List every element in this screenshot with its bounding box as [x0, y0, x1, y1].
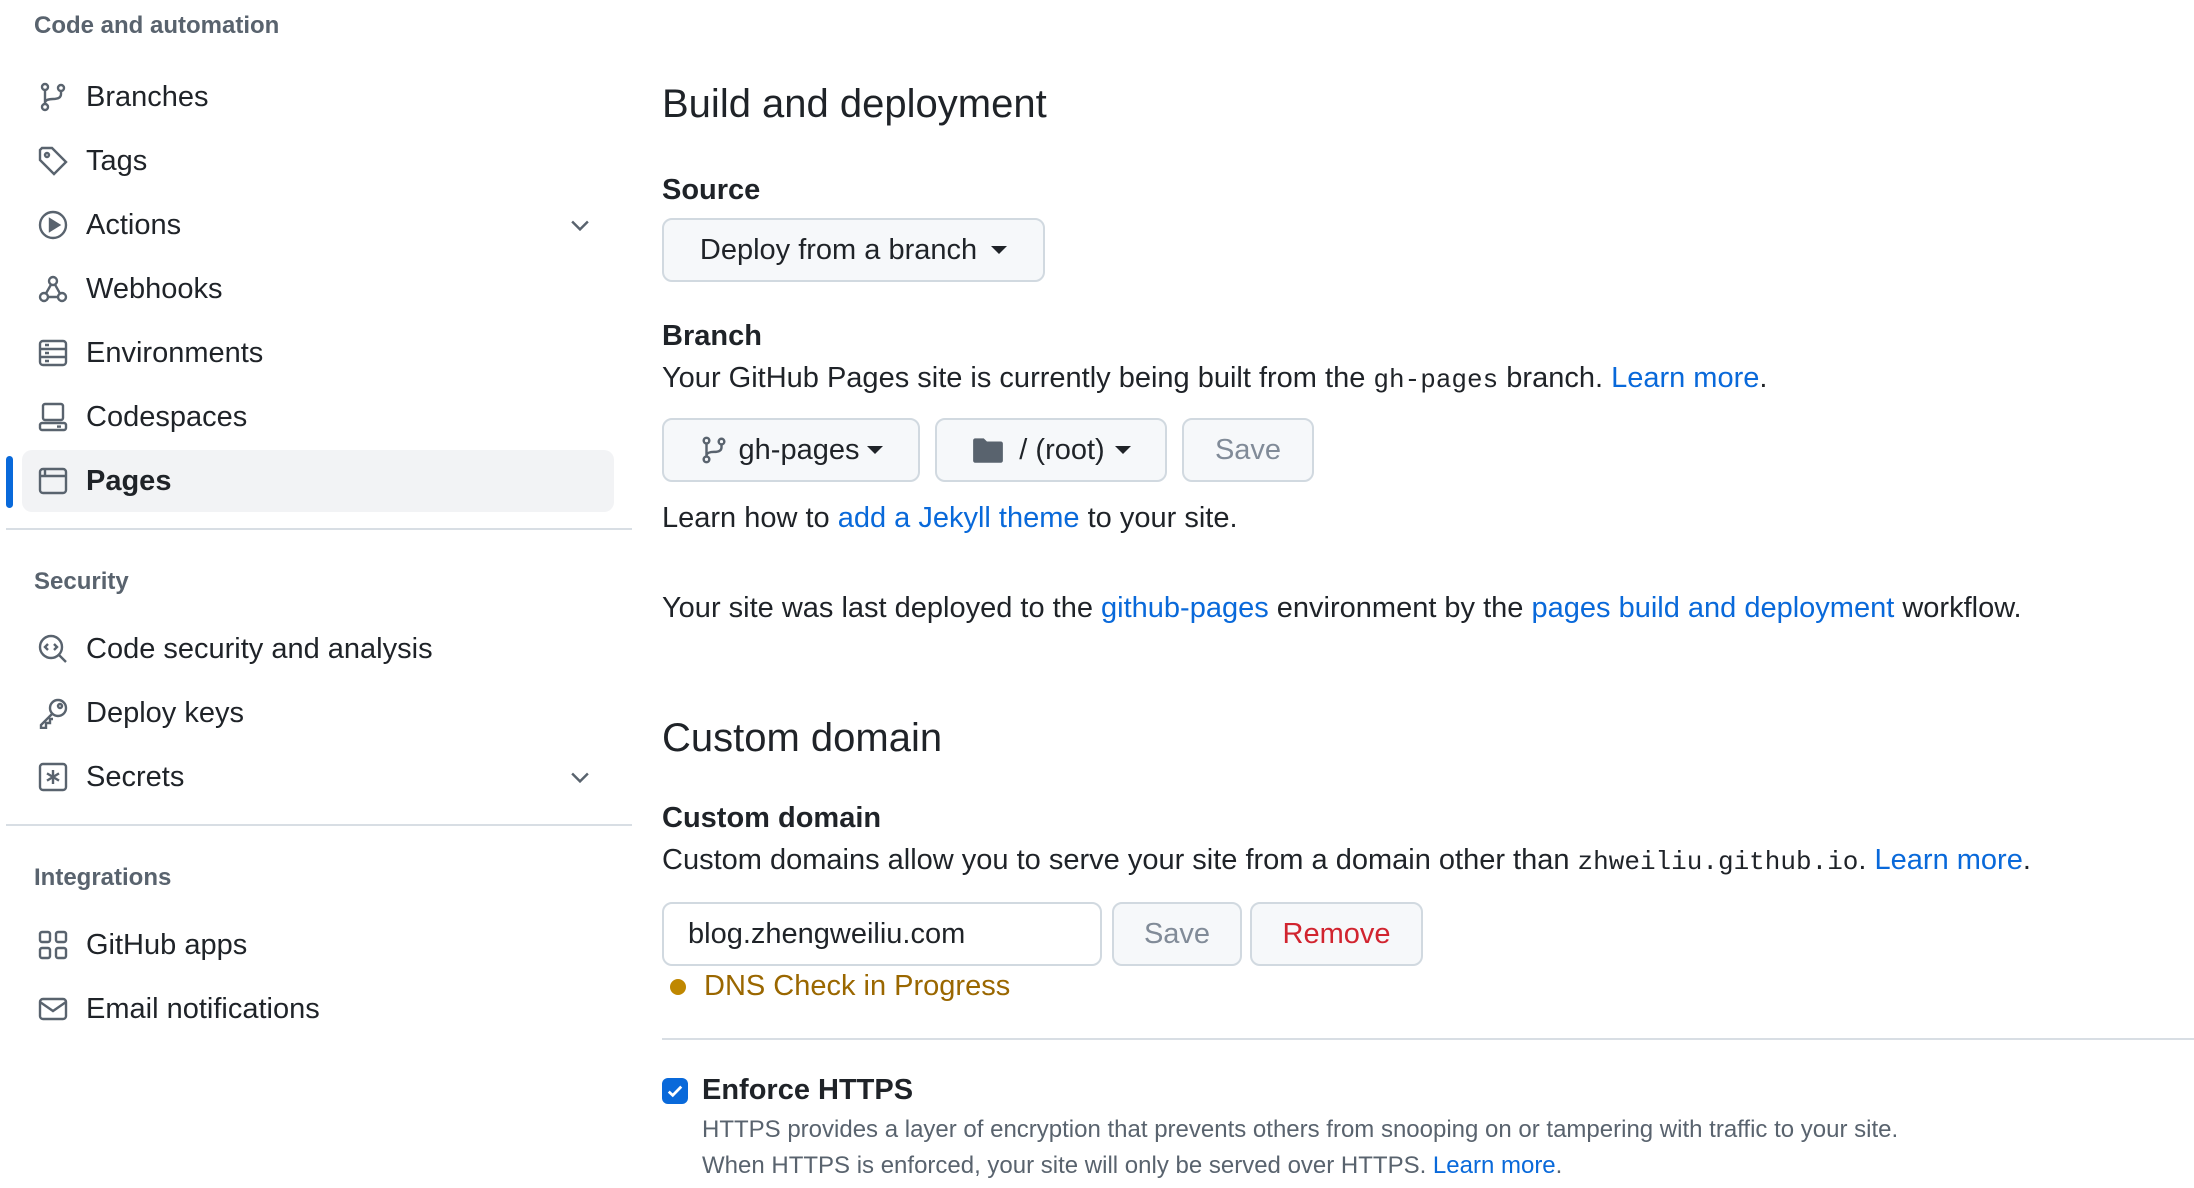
git-branch-icon: [702, 436, 726, 464]
sidebar-divider: [6, 824, 632, 826]
custom-domain-remove-button[interactable]: Remove: [1250, 902, 1423, 966]
custom-domain-description: Custom domains allow you to serve your s…: [662, 844, 2031, 877]
active-indicator: [6, 456, 13, 508]
sidebar-item-label: Secrets: [86, 760, 185, 793]
sidebar-item-email-notifications[interactable]: Email notifications: [22, 978, 614, 1040]
codespaces-icon: [36, 400, 70, 434]
source-label: Source: [662, 174, 761, 206]
sidebar-item-label: Environments: [86, 336, 264, 369]
sidebar-item-label: Actions: [86, 208, 182, 241]
key-icon: [36, 696, 70, 730]
sidebar-item-deploy-keys[interactable]: Deploy keys: [22, 682, 614, 744]
sidebar-item-label: Deploy keys: [86, 696, 244, 729]
custom-domain-label: Custom domain: [662, 802, 882, 834]
play-icon: [36, 208, 70, 242]
branch-code: gh-pages: [1373, 365, 1499, 395]
settings-sidebar: Code and automation Branches Tags Action…: [0, 0, 632, 1188]
sidebar-item-github-apps[interactable]: GitHub apps: [22, 914, 614, 976]
mail-icon: [36, 992, 70, 1026]
branch-label: Branch: [662, 320, 762, 352]
sidebar-item-label: Codespaces: [86, 400, 248, 433]
enforce-https-label: Enforce HTTPS: [702, 1074, 914, 1106]
codescan-icon: [36, 632, 70, 666]
server-icon: [36, 336, 70, 370]
caret-down-icon: [867, 446, 884, 454]
apps-icon: [36, 928, 70, 962]
chevron-down-icon[interactable]: [566, 211, 594, 239]
branch-description: Your GitHub Pages site is currently bein…: [662, 362, 1768, 395]
https-description-line1: HTTPS provides a layer of encryption tha…: [702, 1116, 1899, 1143]
sidebar-divider: [6, 528, 632, 530]
webhook-icon: [36, 272, 70, 306]
chevron-down-icon[interactable]: [566, 763, 594, 791]
folder-icon: [973, 438, 1004, 463]
sidebar-item-secrets[interactable]: Secrets: [22, 746, 614, 808]
build-deployment-title: Build and deployment: [662, 82, 1047, 126]
sidebar-item-code-security[interactable]: Code security and analysis: [22, 618, 614, 680]
source-dropdown-value: Deploy from a branch: [699, 233, 978, 266]
https-description-line2: When HTTPS is enforced, your site will o…: [702, 1152, 1563, 1179]
status-dot-icon: [670, 978, 686, 995]
sidebar-item-tags[interactable]: Tags: [22, 130, 614, 192]
tag-icon: [36, 144, 70, 178]
branch-select-button[interactable]: gh-pages: [662, 418, 920, 482]
branch-select-value: gh-pages: [738, 433, 860, 466]
sidebar-item-webhooks[interactable]: Webhooks: [22, 258, 614, 320]
git-branch-icon: [36, 80, 70, 114]
section-heading-security: Security: [34, 568, 129, 595]
caret-down-icon: [991, 246, 1008, 254]
https-learn-more-link[interactable]: Learn more: [1433, 1152, 1556, 1179]
browser-icon: [36, 464, 70, 498]
key-asterisk-icon: [36, 760, 70, 794]
custom-domain-save-button[interactable]: Save: [1112, 902, 1242, 966]
sidebar-item-label: Tags: [86, 144, 148, 177]
default-domain-code: zhweiliu.github.io: [1577, 847, 1859, 877]
pages-workflow-link[interactable]: pages build and deployment: [1532, 592, 1895, 624]
last-deployed-text: Your site was last deployed to the githu…: [662, 592, 2022, 624]
custom-domain-input[interactable]: [662, 902, 1102, 966]
sidebar-item-label: Code security and analysis: [86, 632, 433, 665]
source-dropdown[interactable]: Deploy from a branch: [662, 218, 1045, 282]
dns-check-status: DNS Check in Progress: [670, 970, 1010, 1003]
custom-domain-title: Custom domain: [662, 716, 943, 760]
section-heading-integrations: Integrations: [34, 864, 172, 891]
jekyll-help-text: Learn how to add a Jekyll theme to your …: [662, 502, 1238, 534]
sidebar-item-environments[interactable]: Environments: [22, 322, 614, 384]
jekyll-theme-link[interactable]: add a Jekyll theme: [838, 502, 1080, 534]
sidebar-item-codespaces[interactable]: Codespaces: [22, 386, 614, 448]
folder-select-value: / (root): [1019, 433, 1105, 466]
enforce-https-checkbox[interactable]: [662, 1078, 688, 1104]
branch-learn-more-link[interactable]: Learn more: [1611, 362, 1759, 394]
sidebar-item-actions[interactable]: Actions: [22, 194, 614, 256]
caret-down-icon: [1114, 446, 1131, 454]
sidebar-item-label: Branches: [86, 80, 209, 113]
custom-domain-learn-more-link[interactable]: Learn more: [1875, 844, 2023, 876]
sidebar-item-label: Webhooks: [86, 272, 223, 305]
folder-select-button[interactable]: / (root): [935, 418, 1167, 482]
section-heading-code-automation: Code and automation: [34, 12, 280, 39]
github-pages-env-link[interactable]: github-pages: [1101, 592, 1269, 624]
sidebar-item-label: Email notifications: [86, 992, 320, 1025]
sidebar-item-label: GitHub apps: [86, 928, 248, 961]
sidebar-item-label: Pages: [86, 464, 172, 497]
sidebar-item-pages[interactable]: Pages: [22, 450, 614, 512]
section-divider: [662, 1038, 2194, 1040]
branch-save-button[interactable]: Save: [1182, 418, 1314, 482]
pages-settings-main: Build and deployment Source Deploy from …: [662, 0, 2194, 1188]
checkmark-icon: [667, 1085, 683, 1098]
sidebar-item-branches[interactable]: Branches: [22, 66, 614, 128]
